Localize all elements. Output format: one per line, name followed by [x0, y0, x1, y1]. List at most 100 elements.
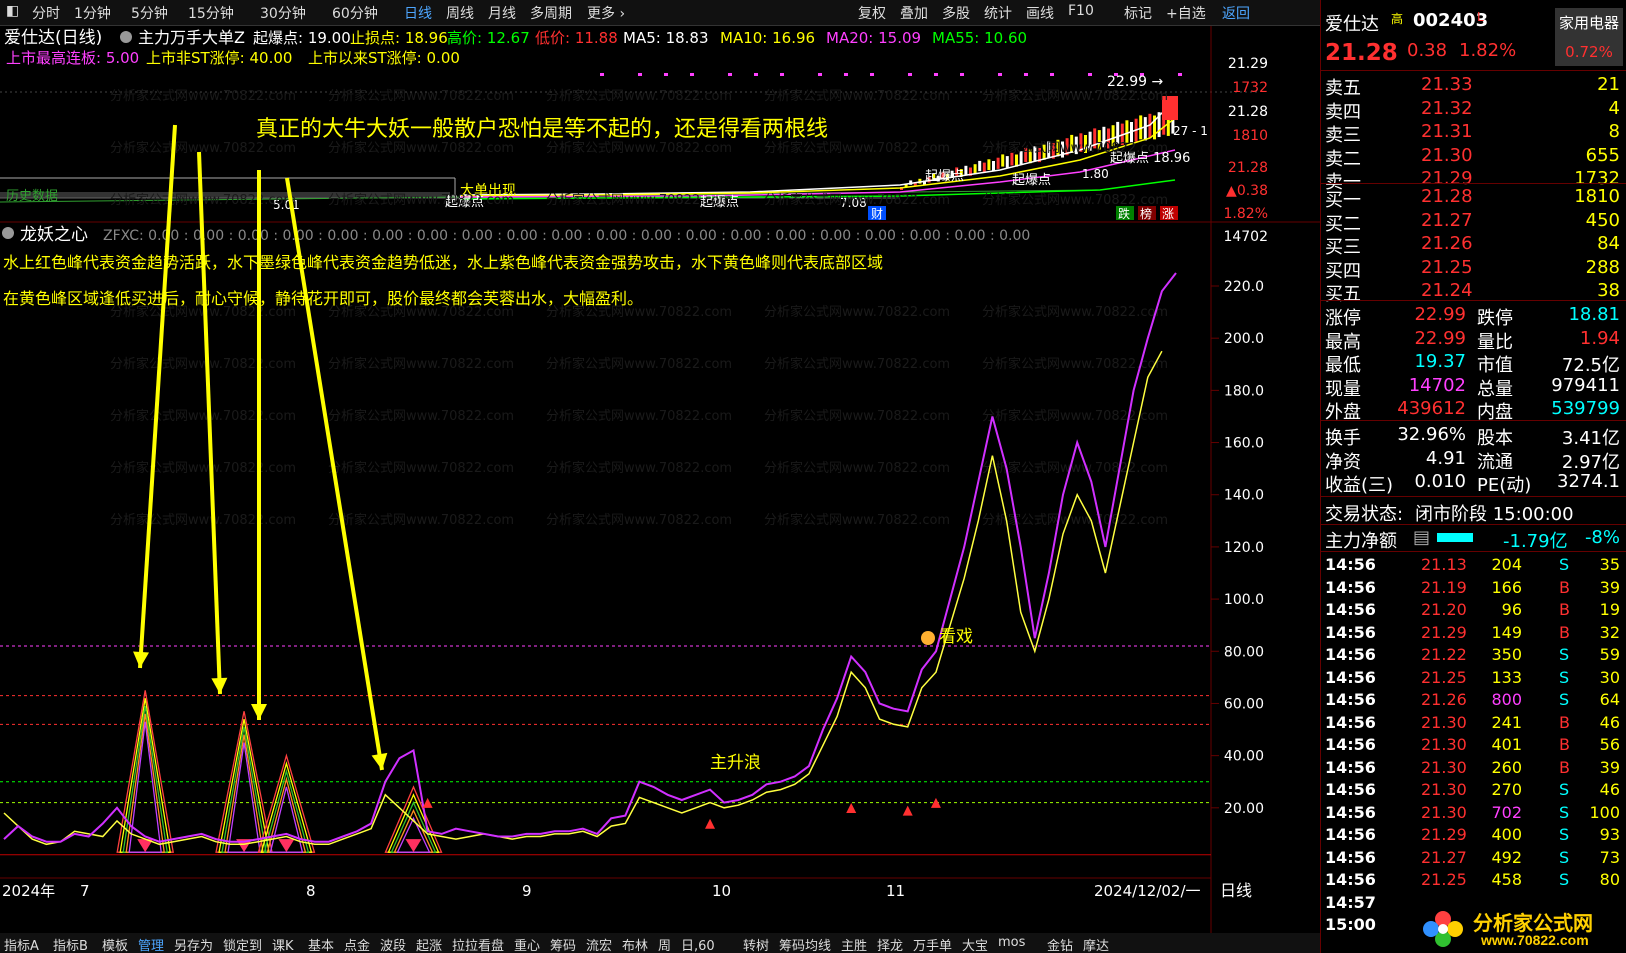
watermark-text: 分析家公式网www.70822.com — [546, 356, 732, 372]
bottom-tab-11[interactable]: 拉拉看盘 — [452, 935, 504, 953]
ask-row-cell: 21.31 — [1421, 121, 1473, 142]
signal-dot — [638, 73, 642, 76]
bottom-tab-3[interactable]: 管理 — [138, 935, 164, 953]
ask-row-cell: 卖三 — [1325, 125, 1361, 146]
bottom-tab-22[interactable]: 万手单 — [913, 935, 952, 953]
bid-row: 买三 21.26 84 — [1325, 233, 1626, 258]
bottom-tab-18[interactable]: 转树 — [743, 935, 769, 953]
stat-row-cell: 涨停 — [1325, 308, 1361, 329]
bottom-tab-13[interactable]: 筹码 — [550, 935, 576, 953]
header-value-4: MA5: 18.83 — [623, 29, 709, 47]
bottom-tab-8[interactable]: 点金 — [344, 935, 370, 953]
price-row-cell: 1.82% — [1459, 40, 1517, 61]
bottom-tab-6[interactable]: 课K — [272, 935, 294, 953]
x-axis-tick: 10 — [712, 882, 731, 900]
bottom-tab-7[interactable]: 基本 — [308, 935, 334, 953]
ask-row: 卖五 21.33 21 — [1325, 74, 1626, 99]
bottom-tab-25[interactable]: 金钻 — [1047, 935, 1073, 953]
watermark-text: 分析家公式网www.70822.com — [546, 88, 732, 104]
tick-row-cell: 64 — [1599, 690, 1620, 709]
bid-row: 买四 21.25 288 — [1325, 257, 1626, 282]
stat2-row-cell: 流通 — [1477, 451, 1513, 473]
tick-row-cell: 21.30 — [1421, 780, 1467, 799]
stat2-row: 换手 32.96% 股本 3.41亿 — [1325, 424, 1626, 449]
bottom-tab-19[interactable]: 筹码均线 — [779, 935, 831, 953]
tick-row-cell: 21.25 — [1421, 667, 1467, 687]
tick-row-cell: 14:57 — [1325, 892, 1376, 912]
bottom-tab-17[interactable]: 日,60 — [681, 935, 715, 953]
up-arrow-icon — [422, 797, 433, 808]
main-net-row-cell: 主力净额 — [1325, 531, 1397, 552]
watermark-text: 分析家公式网www.70822.com — [982, 88, 1168, 104]
label-watch: 看戏 — [939, 627, 973, 647]
tick-row-cell: 21.20 — [1421, 600, 1467, 619]
tick-row: 14:56 21.25 133 S 30 — [1325, 668, 1626, 690]
bid-row-cell: 38 — [1597, 280, 1620, 301]
bottom-tab-15[interactable]: 布林 — [622, 935, 648, 953]
ask-row: 卖三 21.31 8 — [1325, 121, 1626, 146]
watermark-text: 分析家公式网www.70822.com — [328, 304, 514, 320]
bottom-tab-12[interactable]: 重心 — [514, 935, 540, 953]
bid-row-cell: 21.26 — [1421, 233, 1473, 254]
candle — [987, 159, 991, 171]
price-row: 21.28 0.38 1.82% — [1325, 40, 1626, 66]
tick-row: 14:56 21.20 96 B 19 — [1325, 600, 1626, 622]
bottom-tab-20[interactable]: 主胜 — [841, 935, 867, 953]
bottom-tab-2[interactable]: 模板 — [102, 935, 128, 953]
tick-row-cell: 14:56 — [1325, 622, 1376, 642]
bottom-tab-24[interactable]: mos — [998, 935, 1025, 950]
yellow-line — [3, 350, 1163, 846]
tick-row-cell: S — [1559, 825, 1570, 844]
bottom-tab-16[interactable]: 周 — [658, 935, 671, 953]
tick-row-cell: B — [1559, 757, 1570, 777]
value-label: 27 - 1 — [1173, 124, 1208, 138]
history-label: 历史数据 — [6, 189, 58, 204]
bottom-tab-1[interactable]: 指标B — [53, 935, 88, 953]
tick-row-cell: 14:56 — [1325, 870, 1376, 889]
watermark-text: 分析家公式网www.70822.com — [328, 356, 514, 372]
bottom-tab-21[interactable]: 择龙 — [877, 935, 903, 953]
tick-row-cell: 21.25 — [1421, 870, 1467, 889]
stat2-row-cell: 收益(三) — [1325, 475, 1394, 496]
bottom-tab-10[interactable]: 起涨 — [416, 935, 442, 953]
ask-row-cell: 21.33 — [1421, 74, 1473, 95]
bottom-tab-4[interactable]: 另存为 — [174, 935, 213, 953]
bid-row-cell: 21.28 — [1421, 186, 1473, 207]
stat-row: 涨停 22.99 跌停 18.81 — [1325, 304, 1626, 329]
bid-row-cell: 买二 — [1325, 213, 1361, 235]
header-value-7: MA55: 10.60 — [932, 29, 1027, 47]
tick-row-cell: 14:56 — [1325, 600, 1376, 619]
tick-row-cell: 14:56 — [1325, 847, 1376, 867]
main-net-bar — [1437, 533, 1473, 542]
stock-name-row-cell: L — [1477, 10, 1484, 24]
bottom-tab-0[interactable]: 指标A — [4, 935, 39, 953]
candle — [996, 157, 1000, 169]
tick-row-cell: 21.30 — [1421, 735, 1467, 754]
trade-status-row-cell: 闭市阶段 15:00:00 — [1415, 504, 1574, 525]
stat-row-cell: 总量 — [1477, 378, 1513, 400]
bottom-tab-23[interactable]: 大宝 — [962, 935, 988, 953]
signal-dot — [1178, 73, 1182, 76]
candle — [992, 161, 995, 172]
stat-row-cell: 跌停 — [1477, 308, 1513, 329]
candle — [1015, 154, 1018, 167]
bottom-tab-9[interactable]: 波段 — [380, 935, 406, 953]
bottom-tab-14[interactable]: 流宏 — [586, 935, 612, 953]
bottom-tab-5[interactable]: 锁定到 — [223, 935, 262, 953]
tick-row-cell: S — [1559, 802, 1570, 822]
stat2-row-cell: 32.96% — [1397, 424, 1466, 445]
tick-row-cell: 800 — [1491, 690, 1522, 709]
tick-row-cell: 14:56 — [1325, 645, 1376, 664]
watermark-text: 分析家公式网www.70822.com — [546, 408, 732, 424]
watermark-text: 分析家公式网www.70822.com — [328, 408, 514, 424]
watermark-text: 分析家公式网www.70822.com — [546, 512, 732, 528]
x-axis-tick: 7 — [80, 882, 90, 900]
peak-area — [218, 718, 270, 853]
watermark-text: 分析家公式网www.70822.com — [110, 88, 296, 104]
tick-row-cell: B — [1559, 622, 1570, 642]
stat-row: 外盘 439612 内盘 539799 — [1325, 398, 1626, 423]
divider — [1321, 183, 1626, 184]
tick-row-cell: 14:56 — [1325, 757, 1376, 777]
bottom-tab-26[interactable]: 摩达 — [1083, 935, 1109, 953]
stat-row-cell: 439612 — [1397, 398, 1466, 419]
